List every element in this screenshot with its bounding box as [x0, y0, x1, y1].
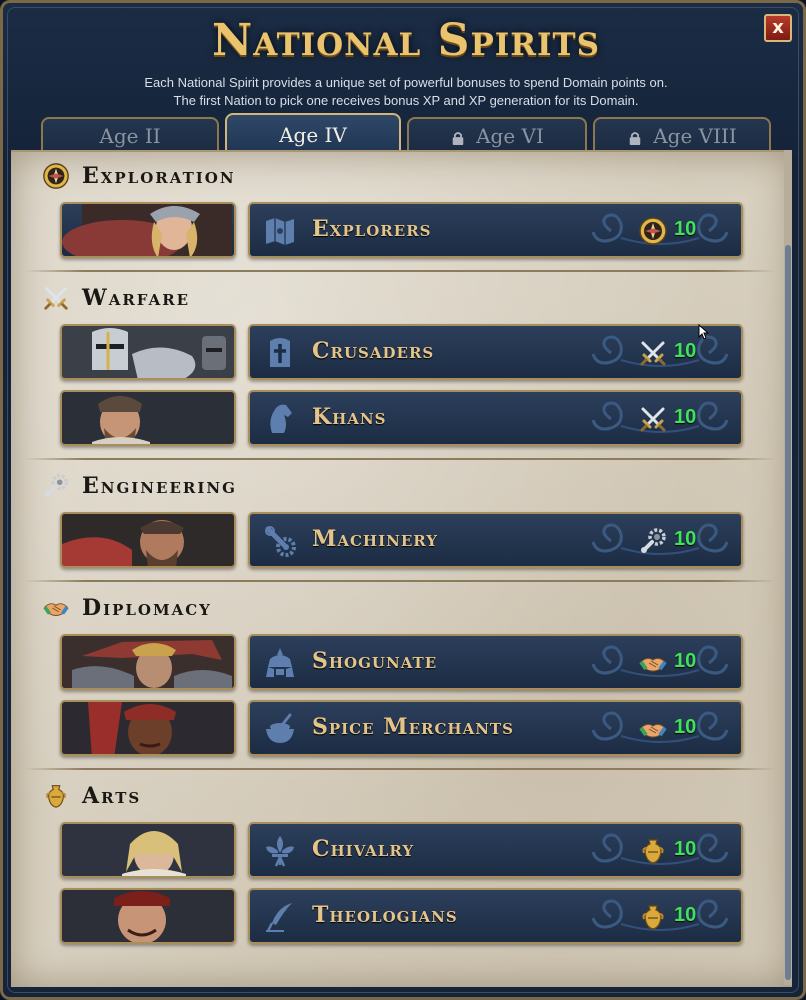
handshake-icon — [42, 594, 70, 622]
section-divider — [24, 458, 776, 460]
portrait-spice-merchants[interactable] — [60, 700, 236, 756]
portrait-theologians[interactable] — [60, 888, 236, 944]
subtitle-line-1: Each National Spirit provides a unique s… — [144, 75, 668, 90]
spirit-cost: 10 — [674, 406, 697, 428]
category-exploration: Exploration — [42, 162, 236, 190]
window-title: National Spirits — [212, 15, 600, 66]
quill-icon — [266, 903, 292, 932]
spirit-name: Theologians — [312, 902, 458, 928]
spirit-name: Crusaders — [312, 338, 435, 364]
lock-icon — [450, 131, 466, 145]
spirit-cost: 10 — [674, 650, 697, 672]
crossed-swords-icon — [42, 284, 70, 312]
portrait-chivalry[interactable] — [60, 822, 236, 878]
lock-icon — [627, 131, 643, 145]
samurai-helmet-icon — [266, 648, 294, 677]
templar-helmet-icon — [270, 338, 290, 367]
merchant-portrait-image — [62, 702, 234, 754]
spirit-theologians-button[interactable]: Theologians 10 — [248, 888, 743, 944]
portrait-machinery[interactable] — [60, 512, 236, 568]
horse-head-icon — [270, 404, 292, 433]
spirit-spice-merchants-button[interactable]: Spice Merchants 10 — [248, 700, 743, 756]
spirit-cost: 10 — [674, 340, 697, 362]
knight-portrait-image — [62, 824, 234, 876]
spirit-cost: 10 — [674, 716, 697, 738]
khan-portrait-image — [62, 392, 234, 444]
samurai-portrait-image — [62, 636, 234, 688]
category-warfare: Warfare — [42, 284, 190, 312]
explorer-portrait-image — [62, 204, 232, 256]
tab-label: Age VI — [476, 124, 544, 148]
category-label: Exploration — [82, 163, 236, 189]
tab-label: Age VIII — [653, 124, 737, 148]
spirit-explorers-button[interactable]: Explorers 10 — [248, 202, 743, 258]
gears-icon — [265, 526, 296, 557]
section-divider — [24, 580, 776, 582]
crossed-swords-icon — [638, 338, 668, 368]
portrait-shogunate[interactable] — [60, 634, 236, 690]
fleur-de-lis-icon — [266, 836, 294, 867]
amphora-icon — [42, 782, 70, 810]
spirit-cost: 10 — [674, 904, 697, 926]
section-divider — [24, 768, 776, 770]
spirit-chivalry-button[interactable]: Chivalry 10 — [248, 822, 743, 878]
compass-icon — [42, 162, 70, 190]
handshake-icon — [638, 648, 668, 678]
spirit-cost: 10 — [674, 218, 697, 240]
portrait-khans[interactable] — [60, 390, 236, 446]
scrollbar[interactable] — [784, 150, 792, 985]
amphora-icon — [638, 902, 668, 932]
engineer-portrait-image — [62, 514, 234, 566]
category-label: Diplomacy — [82, 595, 212, 621]
spirit-name: Spice Merchants — [312, 714, 514, 740]
section-divider — [24, 270, 776, 272]
scrollbar-thumb[interactable] — [785, 245, 791, 980]
wrench-gear-icon — [42, 472, 70, 500]
map-icon — [266, 218, 294, 245]
compass-icon — [638, 216, 668, 246]
spirit-shogunate-button[interactable]: Shogunate 10 — [248, 634, 743, 690]
category-label: Engineering — [82, 473, 237, 499]
crossed-swords-icon — [638, 404, 668, 434]
category-arts: Arts — [42, 782, 141, 810]
portrait-explorers[interactable] — [60, 202, 236, 258]
category-label: Warfare — [82, 285, 191, 311]
tab-label: Age II — [99, 124, 161, 148]
theologian-portrait-image — [62, 890, 234, 942]
spirit-machinery-button[interactable]: Machinery 10 — [248, 512, 743, 568]
spirit-cost: 10 — [674, 838, 697, 860]
handshake-icon — [638, 714, 668, 744]
mouse-cursor-icon — [698, 324, 710, 340]
spirit-cost: 10 — [674, 528, 697, 550]
spirit-khans-button[interactable]: Khans 10 — [248, 390, 743, 446]
wrench-gear-icon — [638, 526, 668, 556]
spirit-name: Shogunate — [312, 648, 438, 674]
spirit-crusaders-button[interactable]: Crusaders 10 — [248, 324, 743, 380]
tab-label: Age IV — [279, 123, 347, 147]
spirit-name: Explorers — [312, 216, 432, 242]
category-diplomacy: Diplomacy — [42, 594, 212, 622]
category-label: Arts — [82, 783, 142, 809]
spice-bowl-icon — [266, 713, 294, 743]
subtitle-line-2: The first Nation to pick one receives bo… — [173, 93, 639, 108]
spirit-name: Machinery — [312, 526, 438, 552]
category-engineering: Engineering — [42, 472, 237, 500]
tab-age-iv[interactable]: Age IV — [225, 113, 401, 155]
spirit-name: Chivalry — [312, 836, 415, 862]
crusader-portrait-image — [62, 326, 234, 378]
amphora-icon — [638, 836, 668, 866]
spirit-name: Khans — [312, 404, 387, 430]
portrait-crusaders[interactable] — [60, 324, 236, 380]
